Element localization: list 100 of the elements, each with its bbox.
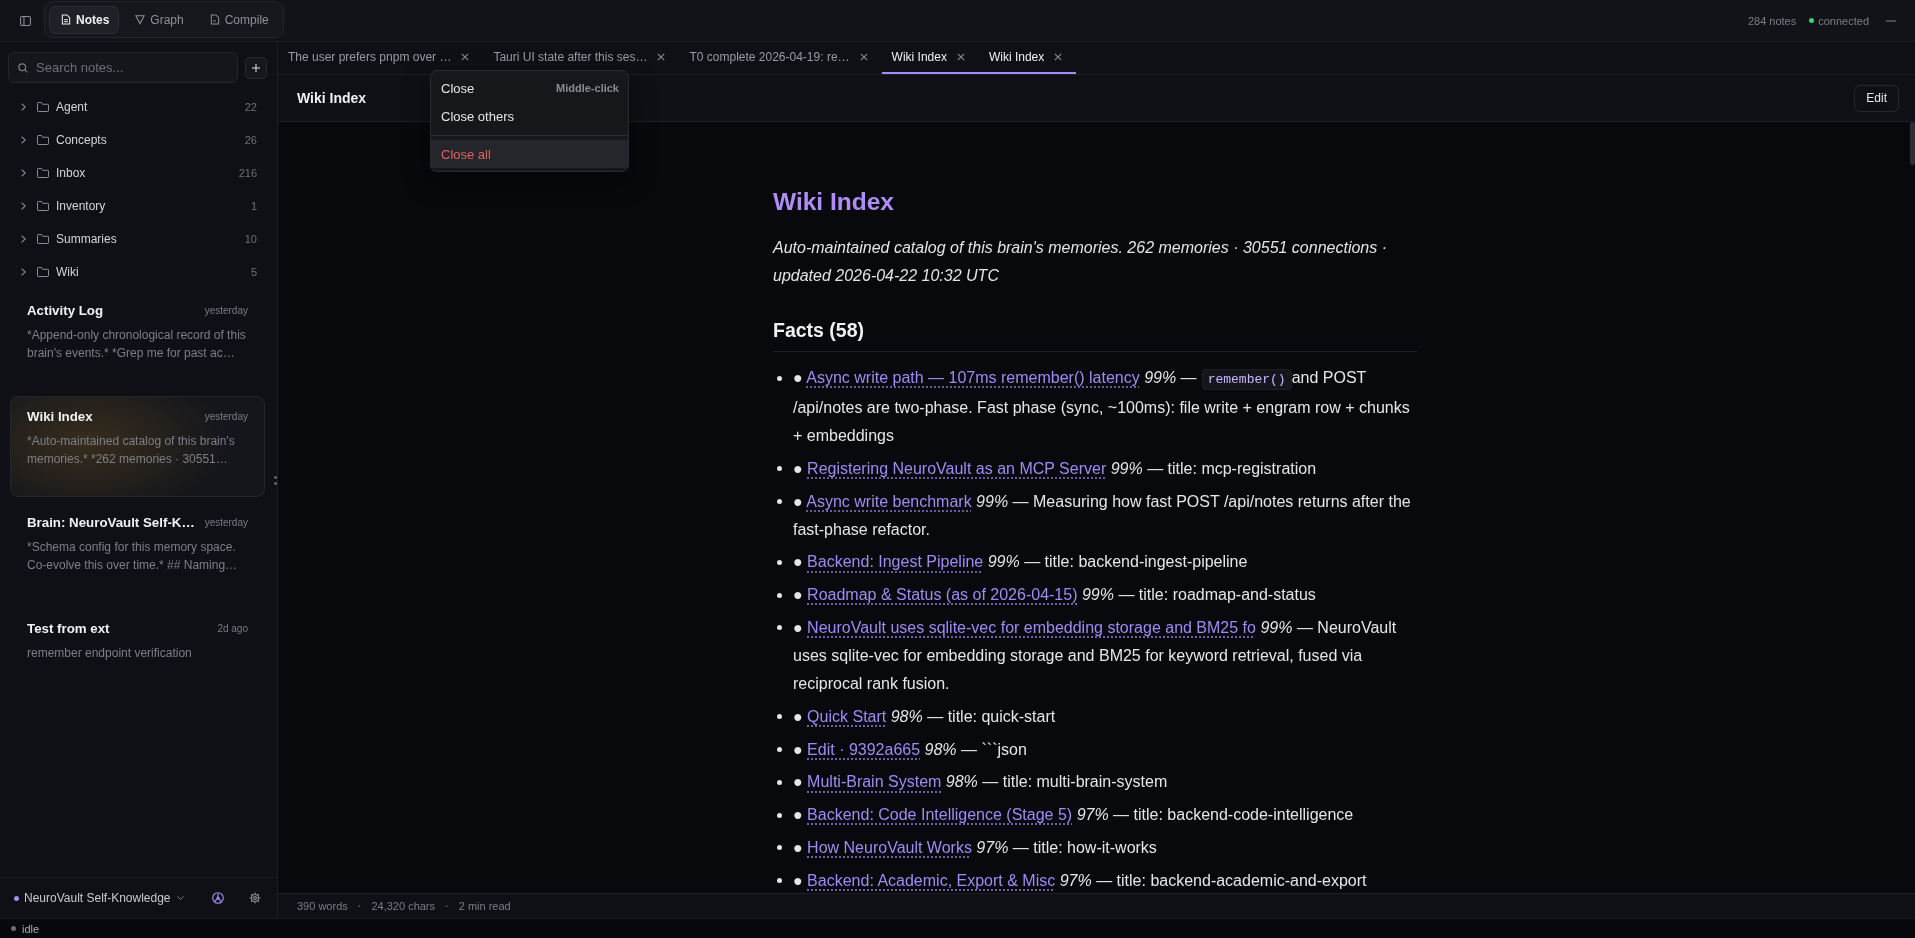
brain-dot-icon bbox=[14, 895, 19, 901]
close-icon[interactable] bbox=[956, 53, 965, 61]
folder-item[interactable]: Inbox 216 bbox=[0, 156, 277, 189]
section-heading: Facts (58) bbox=[773, 317, 1417, 352]
note-link[interactable]: How NeuroVault Works bbox=[807, 838, 972, 856]
folder-count: 22 bbox=[244, 100, 257, 113]
fact-item: ● Backend: Academic, Export & Misc 97% — title: backend-academic-and-export bbox=[793, 870, 1368, 891]
scrollbar-thumb[interactable] bbox=[1910, 122, 1915, 165]
list-bullet-icon bbox=[776, 375, 782, 381]
note-date: yesterday bbox=[204, 304, 248, 316]
folder-item[interactable]: Summaries 10 bbox=[0, 222, 277, 255]
folder-count: 1 bbox=[250, 199, 257, 212]
folder-item[interactable]: Wiki 5 bbox=[0, 255, 277, 288]
shortcut-hint: Middle-click bbox=[556, 82, 619, 94]
note-link[interactable]: Roadmap & Status (as of 2026-04-15) bbox=[807, 586, 1078, 604]
connection-status: connected bbox=[1818, 14, 1869, 27]
note-count: 284 notes bbox=[1747, 14, 1797, 27]
folder-icon bbox=[37, 167, 49, 178]
status-dot-icon bbox=[11, 926, 16, 931]
fact-item: ● How NeuroVault Works 97% — title: how-it-works bbox=[793, 837, 1158, 858]
close-icon[interactable] bbox=[461, 53, 470, 61]
chevron-down-icon bbox=[176, 896, 184, 900]
list-bullet-icon bbox=[776, 845, 782, 851]
note-link[interactable]: Backend: Code Intelligence (Stage 5) bbox=[807, 806, 1073, 824]
note-link[interactable]: Async write benchmark bbox=[806, 492, 972, 510]
fact-item: ● Roadmap & Status (as of 2026-04-15) 99% — title: roadmap-and-status bbox=[793, 585, 1317, 606]
sidebar-panel-icon[interactable] bbox=[20, 15, 31, 26]
note-link[interactable]: Multi-Brain System bbox=[807, 773, 942, 791]
list-bullet-icon bbox=[776, 812, 782, 818]
note-title: Wiki Index bbox=[297, 90, 367, 106]
list-bullet-icon bbox=[776, 592, 782, 598]
folder-item[interactable]: Concepts 26 bbox=[0, 123, 277, 156]
fact-item: ● Quick Start 98% — title: quick-start bbox=[793, 706, 1057, 727]
word-stat: 2 min read bbox=[458, 900, 511, 912]
folder-count: 26 bbox=[244, 133, 257, 146]
fact-item: ● Backend: Code Intelligence (Stage 5) 97% — title: backend-code-intelligence bbox=[793, 805, 1355, 826]
brain-selector[interactable]: NeuroVault Self-Knowledge bbox=[14, 891, 184, 905]
note-preview: remember endpoint verification bbox=[27, 645, 193, 662]
fact-item: ● Async write benchmark 99% — Measuring how fast POST /api/notes returns after the fast-phase refactor. bbox=[793, 491, 1412, 540]
folder-icon bbox=[37, 134, 49, 145]
settings-icon[interactable] bbox=[249, 892, 261, 904]
separator-dot: · bbox=[445, 900, 449, 912]
search-icon bbox=[18, 62, 28, 73]
folder-count: 216 bbox=[238, 166, 257, 179]
note-preview: *Auto-maintained catalog of this brain's memories.* *262 memories · 30551… bbox=[27, 433, 236, 468]
folder-icon bbox=[37, 101, 49, 112]
circle-spokes-icon[interactable] bbox=[212, 892, 224, 904]
fact-item: ● NeuroVault uses sqlite-vec for embedding storage and BM25 fo 99% — NeuroVault uses sqlite-vec for embedding storage and BM25 for keyword retrieval, fused via reciprocal rank fusion. bbox=[793, 618, 1398, 694]
note-link[interactable]: Registering NeuroVault as an MCP Server bbox=[807, 459, 1107, 477]
note-tab[interactable]: The user prefers pnpm over … bbox=[278, 42, 484, 74]
drag-handle-icon[interactable] bbox=[274, 476, 277, 485]
note-tab[interactable]: Tauri UI state after this ses… bbox=[483, 42, 680, 74]
list-bullet-icon bbox=[776, 714, 782, 720]
close-icon[interactable] bbox=[1054, 53, 1063, 61]
folder-icon bbox=[37, 266, 49, 277]
folder-item[interactable]: Inventory 1 bbox=[0, 189, 277, 222]
view-tab[interactable]: Compile bbox=[197, 5, 279, 34]
menu-item[interactable]: Close all bbox=[431, 140, 628, 168]
folder-item[interactable]: Agent 22 bbox=[0, 90, 277, 123]
page-heading: Wiki Index bbox=[773, 187, 895, 217]
note-link[interactable]: Async write path — 107ms remember() latency bbox=[806, 369, 1140, 386]
list-bullet-icon bbox=[776, 466, 782, 472]
note-link[interactable]: NeuroVault uses sqlite-vec for embedding storage and BM25 fo bbox=[807, 619, 1256, 636]
note-card[interactable]: Brain: NeuroVault Self-K… yesterday *Schema config for this memory space. Co-evolve this over time.* ## Naming… bbox=[10, 502, 265, 603]
fact-item: ● Backend: Ingest Pipeline 99% — title: backend-ingest-pipeline bbox=[793, 552, 1249, 573]
folder-icon bbox=[37, 233, 49, 244]
file-icon bbox=[209, 14, 220, 25]
note-link[interactable]: Edit · 9392a665 bbox=[807, 740, 921, 758]
note-link[interactable]: Backend: Ingest Pipeline bbox=[807, 553, 984, 571]
edit-button[interactable]: Edit bbox=[1854, 84, 1899, 112]
view-tab[interactable]: Graph bbox=[123, 5, 194, 34]
list-bullet-icon bbox=[776, 499, 782, 505]
list-bullet-icon bbox=[776, 559, 782, 565]
close-icon[interactable] bbox=[657, 53, 666, 61]
close-icon[interactable] bbox=[859, 53, 868, 61]
list-bullet-icon bbox=[776, 779, 782, 785]
view-tab[interactable]: Notes bbox=[49, 5, 120, 34]
note-card[interactable]: Wiki Index yesterday *Auto-maintained catalog of this brain's memories.* *262 memories · 30551… bbox=[10, 396, 265, 497]
word-stat: 24,320 chars bbox=[371, 900, 436, 912]
note-preview: *Schema config for this memory space. Co-evolve this over time.* ## Naming… bbox=[27, 539, 239, 574]
document-icon bbox=[61, 14, 71, 25]
note-link[interactable]: Backend: Academic, Export & Misc bbox=[807, 871, 1056, 889]
new-note-button[interactable] bbox=[245, 56, 267, 79]
triangle-icon bbox=[135, 14, 146, 25]
fact-item: ● Async write path — 107ms remember() latency 99% — remember() and POST /api/notes are two-phase. Fast phase (sync, ~100ms): file write + engram row + chunks + embeddings bbox=[793, 368, 1411, 446]
list-bullet-icon bbox=[776, 747, 782, 753]
fact-item: ● Edit · 9392a665 98% — ```json bbox=[793, 739, 1028, 760]
note-card[interactable]: Test from ext 2d ago remember endpoint verification bbox=[10, 608, 265, 709]
note-link[interactable]: Quick Start bbox=[807, 707, 887, 725]
note-title: Test from ext bbox=[27, 620, 110, 636]
search-field[interactable]: Search notes... bbox=[8, 52, 238, 83]
status-dot-icon bbox=[1809, 18, 1815, 23]
menu-item[interactable]: Close others bbox=[431, 102, 628, 130]
plus-icon bbox=[252, 63, 260, 72]
fact-item: ● Registering NeuroVault as an MCP Server 99% — title: mcp-registration bbox=[793, 458, 1318, 479]
status-text: idle bbox=[22, 922, 40, 935]
list-bullet-icon bbox=[776, 878, 782, 884]
note-card[interactable]: Activity Log yesterday *Append-only chronological record of this brain's events.* *Grep me for past ac… bbox=[10, 290, 265, 391]
menu-item[interactable]: Close Middle-click bbox=[431, 74, 628, 102]
note-tab[interactable]: T0 complete 2026-04-19: re… bbox=[679, 42, 882, 74]
